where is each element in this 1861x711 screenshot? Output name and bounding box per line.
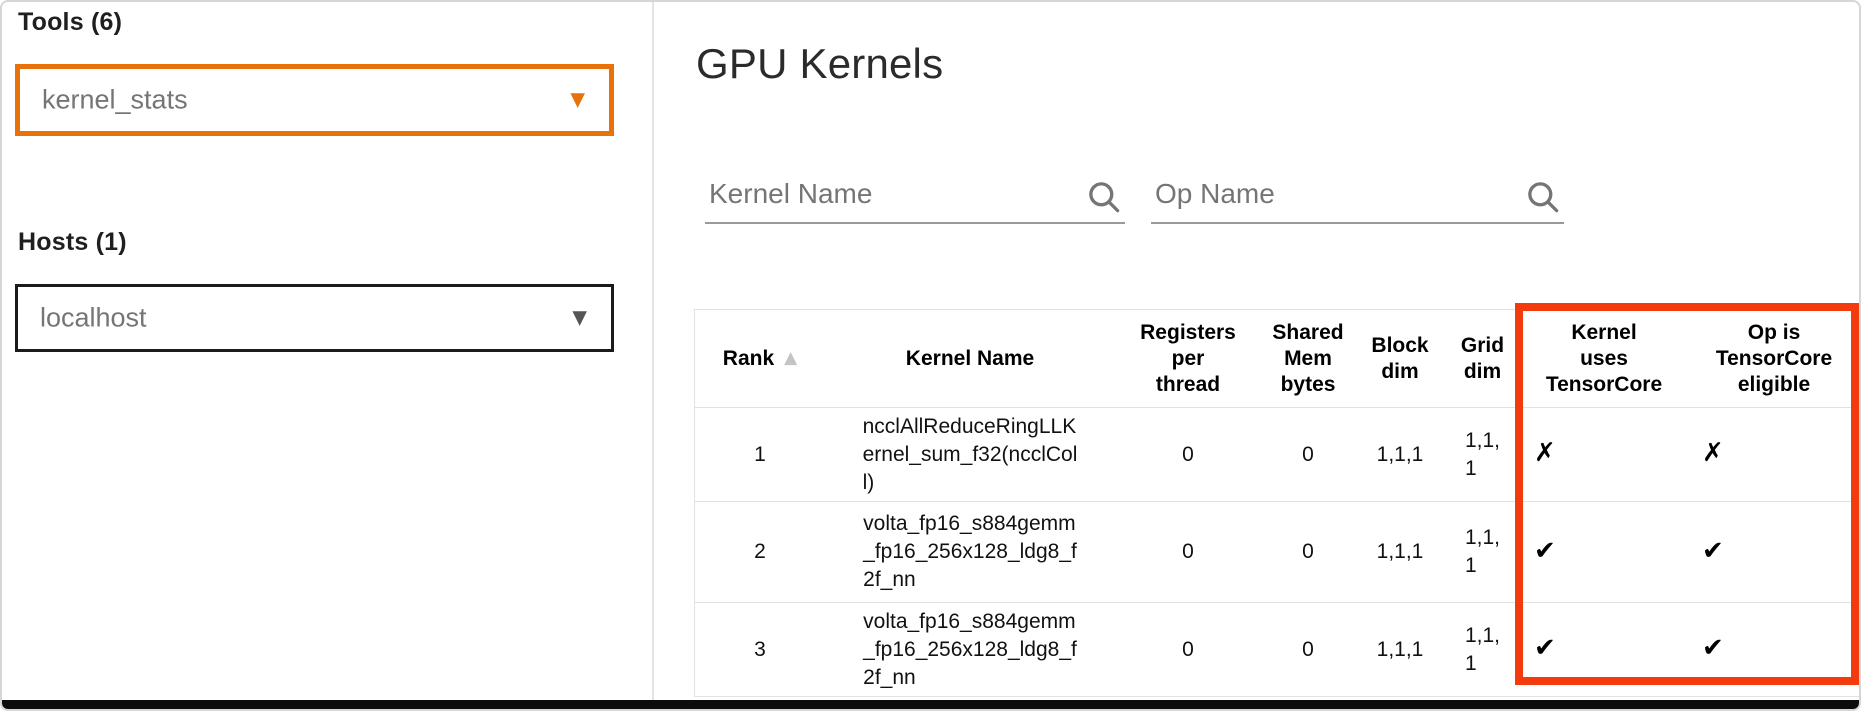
cell-shared-mem: 0 [1261, 502, 1355, 603]
column-header-op-is-tensorcore-eligible[interactable]: Op is TensorCore eligible [1688, 310, 1861, 408]
column-header-grid-dim[interactable]: Grid dim [1445, 310, 1520, 408]
cell-shared-mem: 0 [1261, 603, 1355, 697]
sidebar-divider [652, 2, 654, 701]
cell-kernel-name: volta_fp16_s884gemm _fp16_256x128_ldg8_f… [825, 502, 1115, 603]
hosts-label: Hosts (1) [18, 228, 127, 257]
cross-icon: ✗ [1534, 438, 1556, 468]
cell-grid-dim: 1,1, 1 [1445, 408, 1520, 502]
table-row: 3 volta_fp16_s884gemm _fp16_256x128_ldg8… [695, 603, 1861, 697]
column-header-shared-mem-bytes[interactable]: Shared Mem bytes [1261, 310, 1355, 408]
cell-op-tensorcore-eligible: ✗ [1688, 408, 1861, 502]
bottom-bar [2, 700, 1861, 711]
hosts-dropdown[interactable]: localhost ▼ [15, 284, 614, 352]
column-header-registers-per-thread[interactable]: Registers per thread [1115, 310, 1261, 408]
tools-label: Tools (6) [18, 8, 122, 37]
column-header-kernel-name[interactable]: Kernel Name [825, 310, 1115, 408]
dropdown-arrow-icon: ▼ [572, 309, 587, 328]
sidebar: Tools (6) kernel_stats ▼ Hosts (1) local… [2, 2, 652, 701]
tools-dropdown-value: kernel_stats [42, 85, 188, 116]
cell-op-tensorcore-eligible: ✔ [1688, 603, 1861, 697]
cell-shared-mem: 0 [1261, 408, 1355, 502]
check-icon: ✔ [1534, 536, 1556, 566]
kernel-name-search-input[interactable]: Kernel Name [705, 172, 1125, 224]
cell-kernel-uses-tensorcore: ✔ [1520, 502, 1688, 603]
cell-grid-dim: 1,1, 1 [1445, 502, 1520, 603]
cell-block-dim: 1,1,1 [1355, 502, 1445, 603]
cell-grid-dim: 1,1, 1 [1445, 603, 1520, 697]
op-name-placeholder: Op Name [1155, 178, 1275, 210]
hosts-dropdown-value: localhost [40, 303, 147, 334]
gpu-kernels-table: Rank▲ Kernel Name Registers per thread S… [694, 309, 1861, 697]
search-icon [1524, 178, 1562, 216]
cell-kernel-uses-tensorcore: ✗ [1520, 408, 1688, 502]
page-title: GPU Kernels [696, 40, 943, 88]
cell-rank: 2 [695, 502, 826, 603]
table-header-row: Rank▲ Kernel Name Registers per thread S… [695, 310, 1861, 408]
column-header-rank[interactable]: Rank▲ [695, 310, 826, 408]
cell-kernel-name: ncclAllReduceRingLLK ernel_sum_f32(ncclC… [825, 408, 1115, 502]
cell-registers: 0 [1115, 408, 1261, 502]
op-name-search-input[interactable]: Op Name [1151, 172, 1564, 224]
check-icon: ✔ [1702, 536, 1724, 566]
cell-kernel-name: volta_fp16_s884gemm _fp16_256x128_ldg8_f… [825, 603, 1115, 697]
kernel-name-placeholder: Kernel Name [709, 178, 872, 210]
check-icon: ✔ [1534, 633, 1556, 663]
cell-rank: 1 [695, 408, 826, 502]
cell-registers: 0 [1115, 603, 1261, 697]
tools-dropdown[interactable]: kernel_stats ▼ [15, 64, 614, 136]
cell-registers: 0 [1115, 502, 1261, 603]
cell-block-dim: 1,1,1 [1355, 603, 1445, 697]
cell-rank: 3 [695, 603, 826, 697]
sort-ascending-icon: ▲ [784, 348, 797, 368]
column-header-kernel-uses-tensorcore[interactable]: Kernel uses TensorCore [1520, 310, 1688, 408]
profiler-screen: Tools (6) kernel_stats ▼ Hosts (1) local… [0, 0, 1861, 711]
check-icon: ✔ [1702, 633, 1724, 663]
cell-kernel-uses-tensorcore: ✔ [1520, 603, 1688, 697]
table-row: 2 volta_fp16_s884gemm _fp16_256x128_ldg8… [695, 502, 1861, 603]
search-icon [1085, 178, 1123, 216]
table-row: 1 ncclAllReduceRingLLK ernel_sum_f32(ncc… [695, 408, 1861, 502]
cell-op-tensorcore-eligible: ✔ [1688, 502, 1861, 603]
cross-icon: ✗ [1702, 438, 1724, 468]
column-header-block-dim[interactable]: Block dim [1355, 310, 1445, 408]
cell-block-dim: 1,1,1 [1355, 408, 1445, 502]
dropdown-arrow-icon: ▼ [570, 91, 585, 110]
